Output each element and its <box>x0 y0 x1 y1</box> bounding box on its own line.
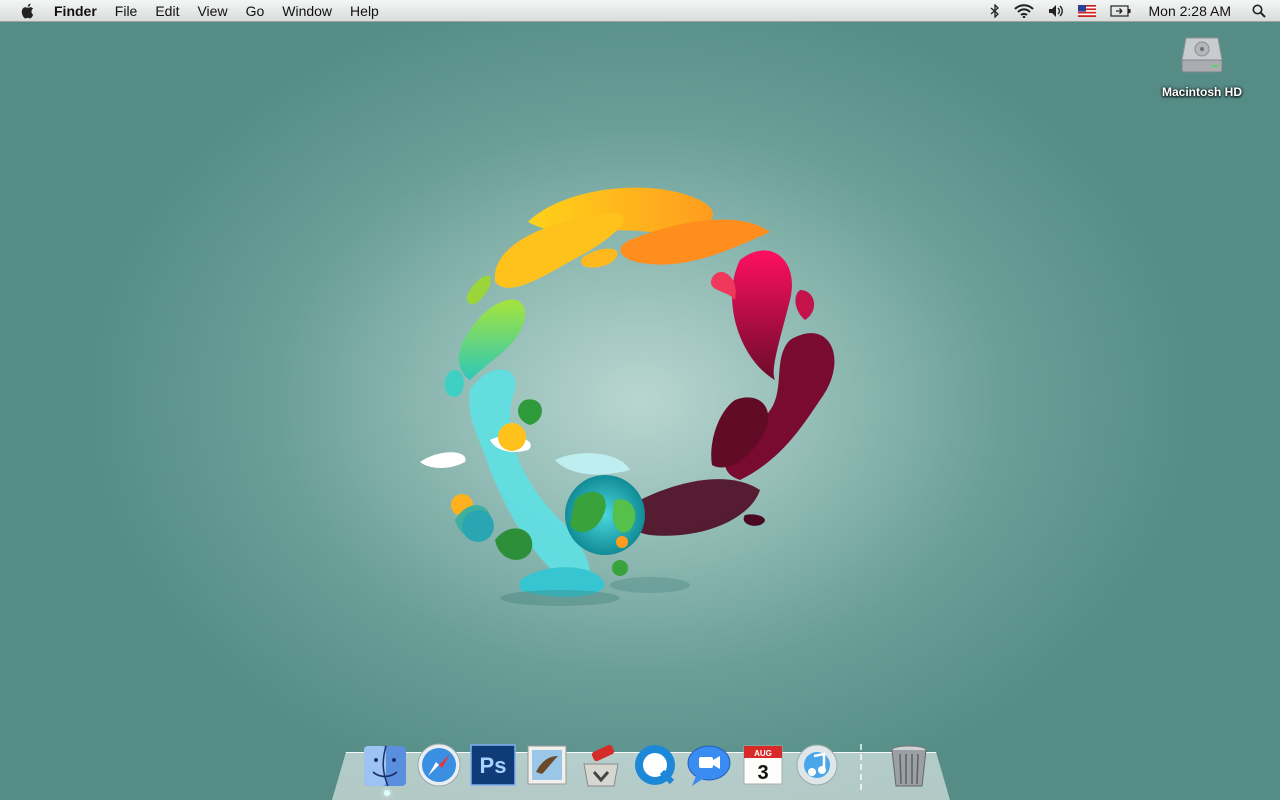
ichat-icon <box>687 745 731 786</box>
menu-view[interactable]: View <box>188 0 236 22</box>
dock-transmit[interactable] <box>576 740 626 790</box>
dock-separator <box>860 744 870 790</box>
running-indicator <box>384 790 390 796</box>
svg-text:AUG: AUG <box>754 749 772 758</box>
dock: Ps AUG 3 <box>360 730 938 790</box>
finder-icon <box>364 745 406 787</box>
spotlight-search-icon[interactable] <box>1245 0 1280 22</box>
dock-itunes[interactable] <box>792 740 842 790</box>
wifi-icon[interactable] <box>1007 0 1041 22</box>
volume-icon[interactable] <box>1041 0 1071 22</box>
desktop-icon-macintosh-hd[interactable]: Macintosh HD <box>1156 30 1248 99</box>
menu-clock[interactable]: Mon 2:28 AM <box>1139 3 1246 19</box>
svg-text:Ps: Ps <box>480 753 507 778</box>
mail-icon <box>527 745 567 785</box>
status-area: Mon 2:28 AM <box>983 0 1280 22</box>
ical-icon: AUG 3 <box>743 745 783 785</box>
trash-icon <box>891 745 927 787</box>
itunes-icon <box>796 744 838 786</box>
bluetooth-icon[interactable] <box>983 0 1007 22</box>
apple-logo-icon[interactable] <box>18 1 38 21</box>
wallpaper-artwork <box>420 187 835 606</box>
menu-bar: Finder File Edit View Go Window Help Mon… <box>0 0 1280 22</box>
hard-drive-icon <box>1181 37 1223 73</box>
quicktime-icon <box>635 745 675 785</box>
dock-ichat[interactable] <box>684 740 734 790</box>
menu-window[interactable]: Window <box>273 0 341 22</box>
safari-icon <box>417 743 461 787</box>
dock-trash[interactable] <box>884 740 934 790</box>
dock-quicktime[interactable] <box>630 740 680 790</box>
dock-ical[interactable]: AUG 3 <box>738 740 788 790</box>
dock-finder[interactable] <box>360 740 410 790</box>
dock-mail[interactable] <box>522 740 572 790</box>
menu-edit[interactable]: Edit <box>146 0 188 22</box>
dock-safari[interactable] <box>414 740 464 790</box>
dock-photoshop[interactable]: Ps <box>468 740 518 790</box>
menu-help[interactable]: Help <box>341 0 388 22</box>
us-flag-input-icon[interactable] <box>1071 0 1103 22</box>
menu-go[interactable]: Go <box>237 0 274 22</box>
transmit-icon <box>583 744 619 787</box>
menu-file[interactable]: File <box>106 0 147 22</box>
menu-app-finder[interactable]: Finder <box>52 0 106 22</box>
desktop-icon-label: Macintosh HD <box>1161 85 1242 99</box>
battery-icon[interactable] <box>1103 0 1139 22</box>
photoshop-icon: Ps <box>470 744 516 786</box>
svg-text:3: 3 <box>757 762 768 784</box>
